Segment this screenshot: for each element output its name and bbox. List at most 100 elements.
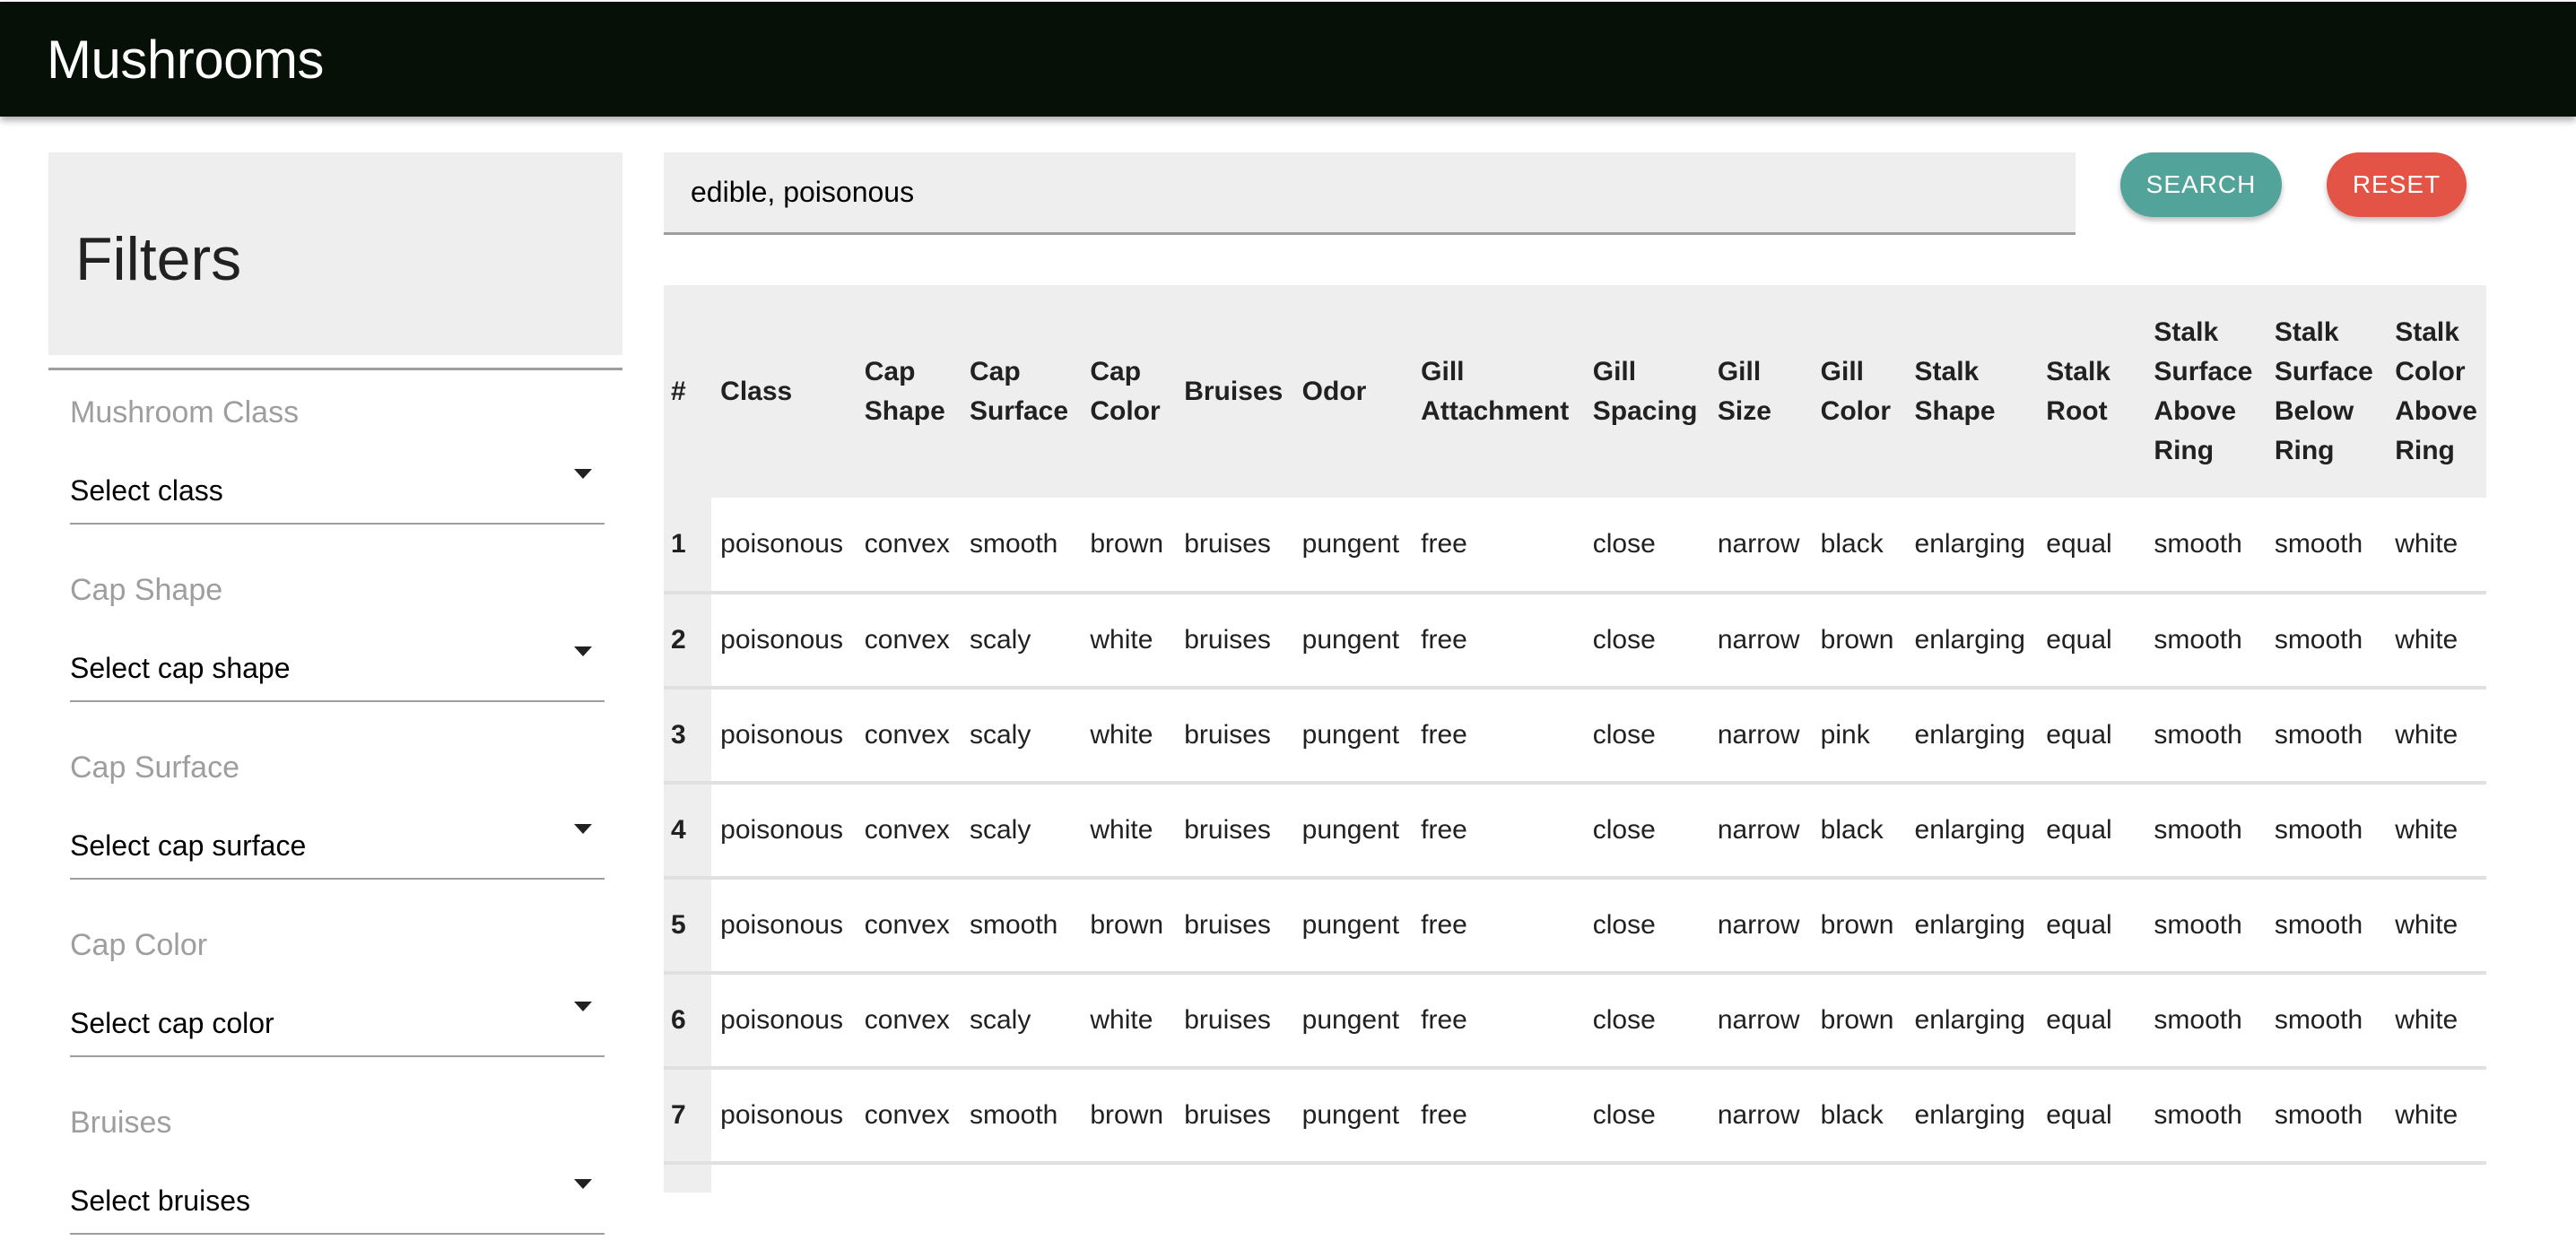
column-header[interactable]: Stalk Shape: [1905, 285, 2038, 498]
table-cell: enlarging: [1905, 593, 2038, 690]
table-cell: [2386, 1163, 2486, 1193]
table-row[interactable]: 4 poisonous convex scaly white bruises pungent…: [664, 783, 2486, 880]
table-cell: enlarging: [1905, 688, 2038, 785]
row-index: 4: [664, 783, 712, 880]
column-header[interactable]: Gill Attachment: [1412, 285, 1584, 498]
column-header[interactable]: Gill Color: [1811, 285, 1906, 498]
search-input[interactable]: [691, 152, 2036, 232]
table-row[interactable]: 7 poisonous convex smooth brown bruises pungen…: [664, 1068, 2486, 1165]
column-header[interactable]: Cap Shape: [855, 285, 961, 498]
filters-header: Filters: [48, 152, 622, 355]
row-index: 7: [664, 1068, 712, 1165]
table-cell: enlarging: [1905, 783, 2038, 880]
filter-select[interactable]: Select cap color: [70, 985, 605, 1057]
filter-select-value: Select bruises: [70, 1184, 250, 1217]
column-header[interactable]: Bruises: [1175, 285, 1293, 498]
table-cell: brown: [1811, 593, 1906, 690]
filter-select[interactable]: Select bruises: [70, 1163, 605, 1235]
table-cell: [711, 1163, 856, 1193]
table-row[interactable]: 2 poisonous convex scaly white bruises pungent…: [664, 593, 2486, 690]
table-cell: white: [2386, 973, 2486, 1070]
table-cell: convex: [855, 1068, 961, 1165]
table-cell: smooth: [2265, 973, 2387, 1070]
table-cell: poisonous: [711, 593, 856, 690]
table-cell: smooth: [2265, 688, 2387, 785]
table-cell: bruises: [1175, 498, 1293, 594]
table-cell: equal: [2037, 783, 2145, 880]
column-header[interactable]: Gill Spacing: [1583, 285, 1709, 498]
table-cell: [1583, 1163, 1709, 1193]
table-row[interactable]: [664, 1163, 2486, 1193]
table-cell: smooth: [2265, 783, 2387, 880]
table-cell: [2037, 1163, 2145, 1193]
dropdown-caret-icon: [574, 1179, 592, 1189]
row-index: 6: [664, 973, 712, 1070]
table-cell: [2145, 1163, 2266, 1193]
column-header[interactable]: Stalk Color Above Ring: [2386, 285, 2486, 498]
table-cell: poisonous: [711, 878, 856, 975]
table-cell: pungent: [1292, 593, 1413, 690]
table-row[interactable]: 1 poisonous convex smooth brown bruises pungen…: [664, 498, 2486, 594]
column-header[interactable]: Class: [711, 285, 856, 498]
dropdown-caret-icon: [574, 469, 592, 479]
filter-select-value: Select cap surface: [70, 829, 307, 862]
table-cell: equal: [2037, 973, 2145, 1070]
filter-select[interactable]: Select cap surface: [70, 808, 605, 880]
search-button[interactable]: SEARCH: [2120, 152, 2282, 217]
table-cell: pungent: [1292, 498, 1413, 594]
table-cell: pungent: [1292, 973, 1413, 1070]
table-cell: smooth: [960, 1068, 1082, 1165]
table-row[interactable]: 5 poisonous convex smooth brown bruises pungen…: [664, 878, 2486, 975]
filter-select[interactable]: Select class: [70, 453, 605, 525]
table-cell: free: [1412, 783, 1584, 880]
table-cell: smooth: [2265, 593, 2387, 690]
row-index: [664, 1163, 712, 1193]
table-cell: black: [1811, 498, 1906, 594]
table-cell: convex: [855, 688, 961, 785]
column-header[interactable]: Cap Surface: [960, 285, 1082, 498]
row-index: 2: [664, 593, 712, 690]
table-cell: convex: [855, 878, 961, 975]
table-row[interactable]: 3 poisonous convex scaly white bruises pungent…: [664, 688, 2486, 785]
filter-select[interactable]: Select cap shape: [70, 630, 605, 702]
table-cell: convex: [855, 593, 961, 690]
table-row[interactable]: 6 poisonous convex scaly white bruises pungent…: [664, 973, 2486, 1070]
table-cell: white: [2386, 1068, 2486, 1165]
table-cell: pungent: [1292, 1068, 1413, 1165]
reset-button[interactable]: RESET: [2327, 152, 2467, 217]
table-cell: close: [1583, 1068, 1709, 1165]
filter-label: Bruises: [70, 1106, 172, 1140]
column-header[interactable]: #: [664, 285, 712, 498]
row-index: 1: [664, 498, 712, 594]
table-cell: smooth: [2145, 878, 2266, 975]
table-cell: [1175, 1163, 1293, 1193]
filter-group: Mushroom Class Select class: [70, 370, 605, 548]
table-cell: pink: [1811, 688, 1906, 785]
table-cell: bruises: [1175, 593, 1293, 690]
table-cell: scaly: [960, 688, 1082, 785]
column-header[interactable]: Cap Color: [1081, 285, 1176, 498]
column-header[interactable]: Odor: [1292, 285, 1413, 498]
table-cell: [1708, 1163, 1812, 1193]
table-cell: narrow: [1708, 878, 1812, 975]
table-cell: smooth: [960, 498, 1082, 594]
table-cell: poisonous: [711, 783, 856, 880]
filter-label: Mushroom Class: [70, 395, 300, 429]
table-cell: narrow: [1708, 783, 1812, 880]
column-header[interactable]: Stalk Root: [2037, 285, 2145, 498]
table-cell: free: [1412, 1068, 1584, 1165]
table-cell: black: [1811, 1068, 1906, 1165]
table-cell: poisonous: [711, 688, 856, 785]
table-cell: enlarging: [1905, 498, 2038, 594]
table-cell: equal: [2037, 688, 2145, 785]
table-cell: equal: [2037, 878, 2145, 975]
table-cell: poisonous: [711, 973, 856, 1070]
table-cell: convex: [855, 783, 961, 880]
table-cell: narrow: [1708, 688, 1812, 785]
table-cell: enlarging: [1905, 878, 2038, 975]
column-header[interactable]: Gill Size: [1708, 285, 1812, 498]
table-cell: poisonous: [711, 498, 856, 594]
search-field[interactable]: [664, 152, 2076, 235]
column-header[interactable]: Stalk Surface Above Ring: [2145, 285, 2266, 498]
column-header[interactable]: Stalk Surface Below Ring: [2265, 285, 2387, 498]
